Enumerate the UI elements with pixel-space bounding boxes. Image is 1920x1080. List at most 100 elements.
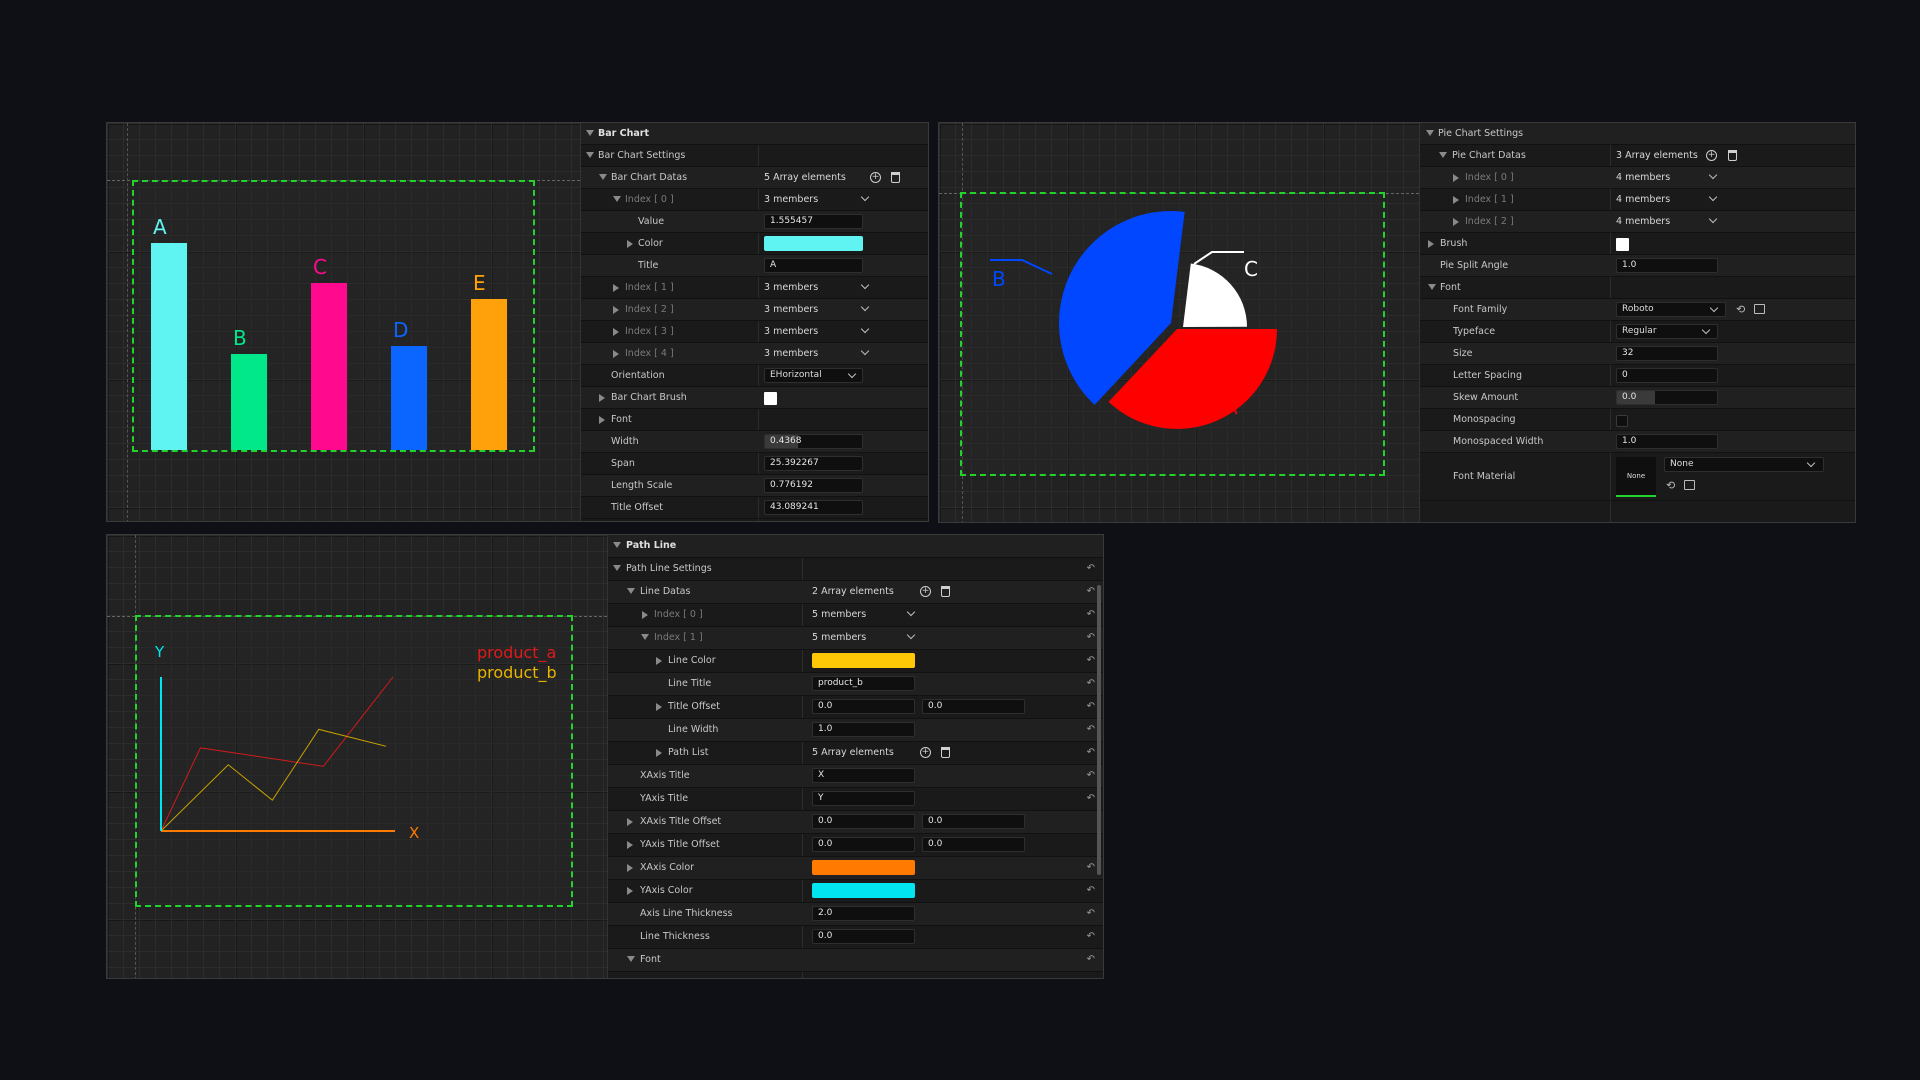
scrollbar[interactable] bbox=[1097, 585, 1101, 875]
expand-icon[interactable] bbox=[627, 818, 633, 826]
collapse-icon[interactable] bbox=[1426, 130, 1434, 136]
collapse-icon[interactable] bbox=[586, 152, 594, 158]
delete-icon[interactable] bbox=[1728, 150, 1737, 161]
xaxis-title-input[interactable]: X bbox=[812, 768, 915, 783]
expand-icon[interactable] bbox=[627, 841, 633, 849]
reset-icon[interactable]: ↶ bbox=[1087, 724, 1095, 735]
reset-icon[interactable]: ↶ bbox=[1087, 586, 1095, 597]
length-scale-input[interactable]: 0.776192 bbox=[764, 478, 863, 493]
expand-icon[interactable] bbox=[627, 887, 633, 895]
letter-spacing-input[interactable]: 0 bbox=[1616, 368, 1718, 383]
title-offset-y-input[interactable]: 0.0 bbox=[922, 699, 1025, 714]
xaxis-color-swatch[interactable] bbox=[812, 860, 915, 875]
reset-icon[interactable]: ↶ bbox=[1087, 701, 1095, 712]
chevron-down-icon[interactable] bbox=[1708, 214, 1718, 224]
color-swatch[interactable] bbox=[764, 236, 863, 251]
expand-icon[interactable] bbox=[613, 306, 619, 314]
expand-icon[interactable] bbox=[1453, 196, 1459, 204]
browse-back-icon[interactable]: ⟲ bbox=[1666, 479, 1675, 492]
monospaced-width-input[interactable]: 1.0 bbox=[1616, 434, 1718, 449]
brush-swatch[interactable] bbox=[764, 392, 777, 405]
font-material-dropdown[interactable]: None bbox=[1664, 457, 1824, 472]
pie-chart-frame[interactable]: A B C bbox=[960, 192, 1385, 476]
delete-icon[interactable] bbox=[941, 586, 950, 597]
expand-icon[interactable] bbox=[656, 749, 662, 757]
reset-icon[interactable]: ↶ bbox=[1087, 908, 1095, 919]
reset-icon[interactable]: ↶ bbox=[1087, 885, 1095, 896]
xaxis-offset-y-input[interactable]: 0.0 bbox=[922, 814, 1025, 829]
brush-swatch[interactable] bbox=[1616, 238, 1629, 251]
add-element-icon[interactable]: + bbox=[870, 172, 881, 183]
line-thickness-input[interactable]: 0.0 bbox=[812, 929, 915, 944]
collapse-icon[interactable] bbox=[627, 588, 635, 594]
reset-icon[interactable]: ↶ bbox=[1087, 655, 1095, 666]
value-input[interactable]: 1.555457 bbox=[764, 214, 863, 229]
expand-icon[interactable] bbox=[642, 611, 648, 619]
collapse-icon[interactable] bbox=[599, 174, 607, 180]
width-input[interactable]: 0.4368 bbox=[764, 434, 863, 449]
expand-icon[interactable] bbox=[613, 328, 619, 336]
monospacing-checkbox[interactable] bbox=[1616, 415, 1628, 427]
expand-icon[interactable] bbox=[599, 416, 605, 424]
collapse-icon[interactable] bbox=[1439, 152, 1447, 158]
expand-icon[interactable] bbox=[1453, 174, 1459, 182]
collapse-icon[interactable] bbox=[641, 634, 649, 640]
span-input[interactable]: 25.392267 bbox=[764, 456, 863, 471]
collapse-icon[interactable] bbox=[613, 196, 621, 202]
collapse-icon[interactable] bbox=[627, 956, 635, 962]
chevron-down-icon[interactable] bbox=[1708, 192, 1718, 202]
collapse-icon[interactable] bbox=[1428, 284, 1436, 290]
skew-input[interactable]: 0.0 bbox=[1616, 390, 1718, 405]
size-input[interactable]: 32 bbox=[1616, 346, 1718, 361]
expand-icon[interactable] bbox=[656, 657, 662, 665]
axis-thickness-input[interactable]: 2.0 bbox=[812, 906, 915, 921]
chevron-down-icon[interactable] bbox=[1708, 170, 1718, 180]
chevron-down-icon[interactable] bbox=[860, 302, 870, 312]
folder-icon[interactable] bbox=[1754, 304, 1765, 314]
title-offset-x-input[interactable]: 0.0 bbox=[812, 699, 915, 714]
add-element-icon[interactable]: + bbox=[1706, 150, 1717, 161]
expand-icon[interactable] bbox=[599, 394, 605, 402]
add-element-icon[interactable]: + bbox=[920, 586, 931, 597]
yaxis-color-swatch[interactable] bbox=[812, 883, 915, 898]
collapse-icon[interactable] bbox=[613, 565, 621, 571]
collapse-icon[interactable] bbox=[586, 130, 594, 136]
chevron-down-icon[interactable] bbox=[906, 630, 916, 640]
reset-icon[interactable]: ↶ bbox=[1087, 678, 1095, 689]
expand-icon[interactable] bbox=[627, 864, 633, 872]
title-offset-input[interactable]: 43.089241 bbox=[764, 500, 863, 515]
reset-icon[interactable]: ↶ bbox=[1087, 931, 1095, 942]
xaxis-offset-x-input[interactable]: 0.0 bbox=[812, 814, 915, 829]
reset-icon[interactable]: ↶ bbox=[1087, 747, 1095, 758]
collapse-icon[interactable] bbox=[613, 542, 621, 548]
expand-icon[interactable] bbox=[656, 703, 662, 711]
expand-icon[interactable] bbox=[1453, 218, 1459, 226]
add-element-icon[interactable]: + bbox=[920, 747, 931, 758]
yaxis-title-input[interactable]: Y bbox=[812, 791, 915, 806]
reset-icon[interactable]: ↶ bbox=[1087, 563, 1095, 574]
delete-icon[interactable] bbox=[891, 172, 900, 183]
line-width-input[interactable]: 1.0 bbox=[812, 722, 915, 737]
typeface-dropdown[interactable]: Regular bbox=[1616, 324, 1718, 339]
line-title-input[interactable]: product_b bbox=[812, 676, 915, 691]
reset-icon[interactable]: ↶ bbox=[1087, 793, 1095, 804]
reset-icon[interactable]: ↶ bbox=[1087, 954, 1095, 965]
orientation-dropdown[interactable]: EHorizontal bbox=[764, 368, 863, 383]
chevron-down-icon[interactable] bbox=[860, 280, 870, 290]
delete-icon[interactable] bbox=[941, 747, 950, 758]
expand-icon[interactable] bbox=[627, 240, 633, 248]
expand-icon[interactable] bbox=[613, 350, 619, 358]
browse-back-icon[interactable]: ⟲ bbox=[1736, 303, 1745, 316]
font-family-dropdown[interactable]: Roboto bbox=[1616, 302, 1726, 317]
expand-icon[interactable] bbox=[613, 284, 619, 292]
material-thumbnail[interactable]: None bbox=[1616, 457, 1656, 497]
chevron-down-icon[interactable] bbox=[860, 324, 870, 334]
reset-icon[interactable]: ↶ bbox=[1087, 632, 1095, 643]
line-chart-frame[interactable]: X Yproduct_a product_b bbox=[135, 615, 573, 907]
chevron-down-icon[interactable] bbox=[860, 346, 870, 356]
chevron-down-icon[interactable] bbox=[860, 192, 870, 202]
yaxis-offset-x-input[interactable]: 0.0 bbox=[812, 837, 915, 852]
expand-icon[interactable] bbox=[1428, 240, 1434, 248]
bar-chart-frame[interactable]: A B C D E bbox=[132, 180, 535, 452]
title-input[interactable]: A bbox=[764, 258, 863, 273]
